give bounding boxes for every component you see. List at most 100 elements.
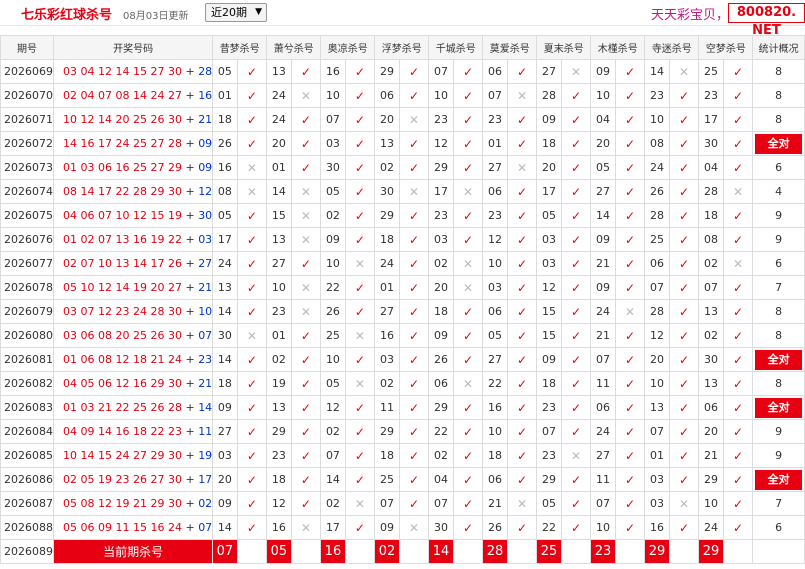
kill-number: 01 (212, 83, 238, 108)
cross-icon: ✕ (560, 59, 592, 84)
red-balls: 08 14 17 22 28 29 30 (63, 185, 182, 198)
stat-cell: 6 (752, 155, 805, 180)
draw-numbers-cell: 10 14 15 24 27 29 30 + 19 (52, 443, 214, 468)
kill-number: 05 (320, 371, 346, 396)
all-correct-badge: 全对 (755, 349, 802, 370)
period-cell: 2026071 (0, 107, 54, 132)
draw-numbers-cell: 01 06 08 12 18 21 24 + 23 (52, 347, 214, 372)
kill-number: 15 (266, 203, 292, 228)
check-icon: ✓ (452, 107, 484, 132)
check-icon: ✓ (236, 371, 268, 396)
kill-number: 18 (428, 299, 454, 324)
kill-number: 12 (266, 491, 292, 516)
kill-number: 29 (698, 467, 724, 492)
cross-icon: ✕ (452, 251, 484, 276)
kill-number: 24 (212, 251, 238, 276)
cross-icon: ✕ (398, 515, 430, 540)
current-kill-number: 29 (698, 539, 724, 564)
check-icon: ✓ (668, 443, 700, 468)
table-row: 2026075 04 06 07 10 12 15 19 + 30 05 ✓ 15 ✕ 02… (0, 203, 805, 228)
draw-numbers-cell: 10 12 14 20 25 26 30 + 21 (52, 107, 214, 132)
kill-number: 02 (320, 419, 346, 444)
kill-number: 30 (320, 155, 346, 180)
kill-number: 10 (320, 347, 346, 372)
check-icon: ✓ (614, 131, 646, 156)
cross-icon: ✕ (290, 227, 322, 252)
period-select-value: 近20期 (211, 6, 247, 19)
kill-number: 27 (590, 179, 616, 204)
kill-number: 17 (320, 515, 346, 540)
kill-number: 18 (212, 371, 238, 396)
period-select[interactable]: 近20期 ▼ (205, 3, 267, 22)
kill-number: 13 (212, 275, 238, 300)
kill-number: 05 (482, 323, 508, 348)
current-period-row: 2026089 当前期杀号 07 05 16 02 14 28 25 23 29 29 (0, 539, 805, 564)
red-balls: 01 03 21 22 25 26 28 (63, 401, 182, 414)
kill-number: 03 (536, 227, 562, 252)
draw-numbers-cell: 01 03 21 22 25 26 28 + 14 (52, 395, 214, 420)
kill-number: 26 (482, 515, 508, 540)
check-icon: ✓ (560, 227, 592, 252)
kill-number: 07 (320, 443, 346, 468)
check-icon: ✓ (290, 395, 322, 420)
stat-cell: 9 (752, 203, 805, 228)
kill-number: 30 (212, 323, 238, 348)
check-icon: ✓ (722, 491, 754, 516)
kill-number: 14 (590, 203, 616, 228)
period-cell: 2026078 (0, 275, 54, 300)
check-icon: ✓ (290, 467, 322, 492)
plus-sign: + (185, 377, 195, 390)
check-icon: ✓ (452, 515, 484, 540)
kill-number: 10 (428, 83, 454, 108)
header-expert-7: 木槿杀号 (590, 35, 646, 60)
kill-number: 18 (374, 443, 400, 468)
cross-icon: ✕ (236, 179, 268, 204)
draw-numbers-cell: 14 16 17 24 25 27 28 + 09 (52, 131, 214, 156)
check-icon: ✓ (236, 203, 268, 228)
check-icon: ✓ (452, 443, 484, 468)
check-icon: ✓ (614, 179, 646, 204)
draw-numbers-cell: 03 07 12 23 24 28 30 + 10 (52, 299, 214, 324)
check-icon: ✓ (398, 323, 430, 348)
site-badge[interactable]: 800820. NET (728, 3, 805, 38)
kill-number: 21 (590, 251, 616, 276)
check-icon: ✓ (344, 347, 376, 372)
current-kill-number: 05 (266, 539, 292, 564)
check-icon: ✓ (722, 419, 754, 444)
header-expert-1: 萧兮杀号 (266, 35, 322, 60)
period-cell: 2026082 (0, 371, 54, 396)
check-icon: ✓ (506, 131, 538, 156)
header-draw: 开奖号码 (52, 35, 214, 60)
kill-number-table: 期号 开奖号码 昔梦杀号 萧兮杀号 奥凉杀号 浮梦杀号 千城杀号 莫爱杀号 夏末杀号 木槿杀号… (0, 35, 805, 564)
kill-number: 03 (428, 227, 454, 252)
kill-number: 27 (482, 155, 508, 180)
kill-number: 14 (266, 179, 292, 204)
plus-sign: + (185, 353, 195, 366)
check-icon: ✓ (398, 251, 430, 276)
stat-cell: 8 (752, 59, 805, 84)
check-icon: ✓ (614, 155, 646, 180)
check-icon: ✓ (560, 179, 592, 204)
check-icon: ✓ (560, 371, 592, 396)
kill-number: 23 (428, 107, 454, 132)
check-icon: ✓ (722, 275, 754, 300)
empty-cell (668, 539, 700, 564)
cross-icon: ✕ (290, 515, 322, 540)
check-icon: ✓ (614, 467, 646, 492)
kill-number: 26 (428, 347, 454, 372)
stat-cell: 8 (752, 323, 805, 348)
kill-number: 08 (644, 131, 670, 156)
header-period: 期号 (0, 35, 54, 60)
check-icon: ✓ (344, 467, 376, 492)
red-balls: 01 02 07 13 16 19 22 (63, 233, 182, 246)
kill-number: 07 (698, 275, 724, 300)
kill-number: 27 (212, 419, 238, 444)
kill-number: 03 (212, 443, 238, 468)
kill-number: 03 (644, 467, 670, 492)
check-icon: ✓ (614, 395, 646, 420)
kill-number: 24 (266, 83, 292, 108)
cross-icon: ✕ (290, 179, 322, 204)
kill-number: 29 (374, 203, 400, 228)
period-cell: 2026075 (0, 203, 54, 228)
kill-number: 06 (482, 467, 508, 492)
